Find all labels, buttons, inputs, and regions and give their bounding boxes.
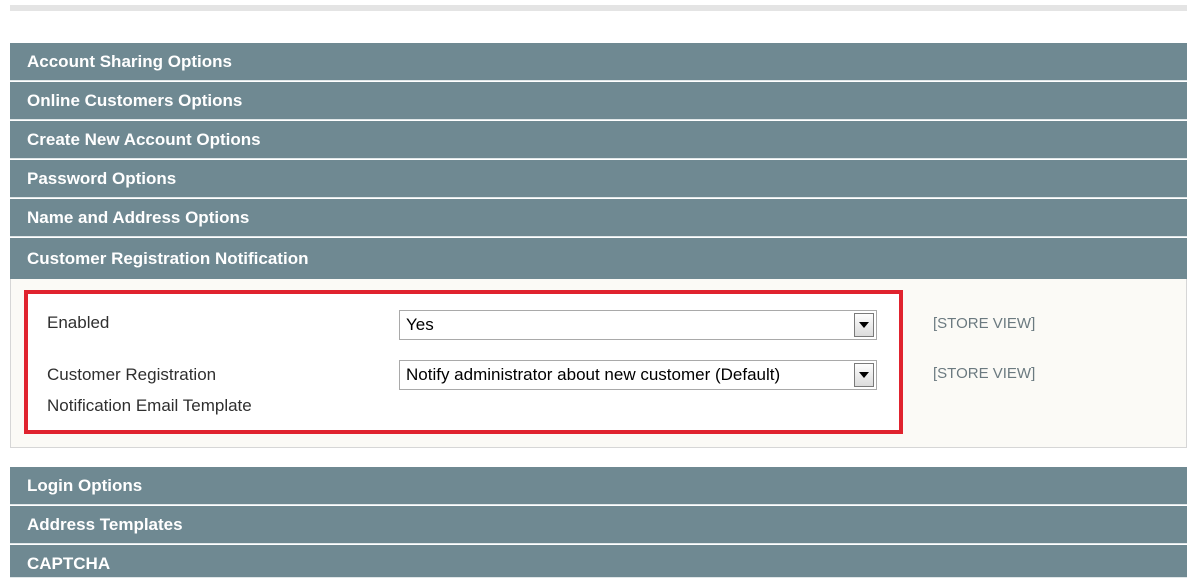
enabled-label: Enabled — [47, 313, 110, 332]
section-login-options[interactable]: Login Options — [10, 467, 1187, 505]
section-password-options[interactable]: Password Options — [10, 160, 1187, 198]
enabled-select[interactable]: Yes — [399, 310, 877, 340]
section-create-new-account-options[interactable]: Create New Account Options — [10, 121, 1187, 159]
section-name-and-address-options[interactable]: Name and Address Options — [10, 199, 1187, 237]
enabled-select-value: Yes — [406, 315, 434, 334]
section-customer-registration-notification[interactable]: Customer Registration Notification — [10, 238, 1187, 279]
section-account-sharing-options[interactable]: Account Sharing Options — [10, 43, 1187, 81]
email-template-select[interactable]: Notify administrator about new customer … — [399, 360, 877, 390]
template-label-line1: Customer Registration — [47, 365, 217, 384]
template-scope-label: [STORE VIEW] — [933, 365, 1036, 382]
enabled-scope-label: [STORE VIEW] — [933, 315, 1036, 332]
dropdown-arrow-icon[interactable] — [854, 313, 874, 337]
section-online-customers-options[interactable]: Online Customers Options — [10, 82, 1187, 120]
dropdown-arrow-icon[interactable] — [854, 363, 874, 387]
section-captcha[interactable]: CAPTCHA — [10, 545, 1187, 578]
email-template-select-value: Notify administrator about new customer … — [406, 365, 781, 384]
section-address-templates[interactable]: Address Templates — [10, 506, 1187, 544]
template-label-line2: Notification Email Template — [47, 396, 252, 415]
top-divider — [10, 5, 1187, 11]
